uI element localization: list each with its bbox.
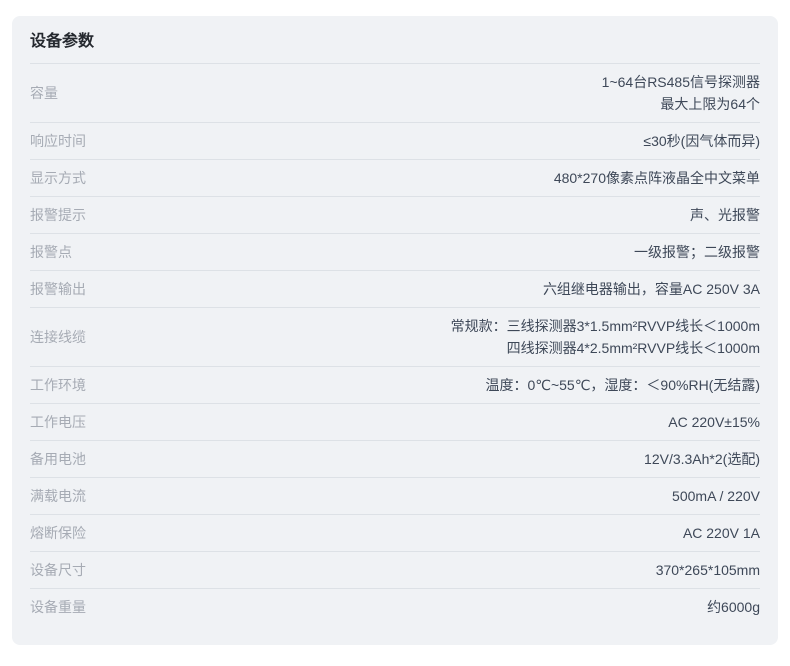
spec-value-line: 约6000g xyxy=(86,596,760,618)
spec-value-line: 常规款：三线探测器3*1.5mm²RVVP线长＜1000m xyxy=(86,315,760,337)
spec-value: 500mA / 220V xyxy=(86,485,760,507)
spec-value-line: 一级报警；二级报警 xyxy=(72,241,760,263)
spec-value-line: 500mA / 220V xyxy=(86,485,760,507)
spec-label: 设备尺寸 xyxy=(30,559,86,581)
spec-label: 报警提示 xyxy=(30,204,86,226)
spec-value-line: 声、光报警 xyxy=(86,204,760,226)
spec-row-capacity: 容量 1~64台RS485信号探测器 最大上限为64个 xyxy=(30,64,760,123)
spec-value-line: 12V/3.3Ah*2(选配) xyxy=(86,448,760,470)
spec-value-line: AC 220V 1A xyxy=(86,522,760,544)
spec-row-alarm-prompt: 报警提示 声、光报警 xyxy=(30,197,760,234)
spec-value-line: 480*270像素点阵液晶全中文菜单 xyxy=(86,167,760,189)
spec-value-line: AC 220V±15% xyxy=(86,411,760,433)
spec-value-line: 四线探测器4*2.5mm²RVVP线长＜1000m xyxy=(86,337,760,359)
spec-value: 370*265*105mm xyxy=(86,559,760,581)
spec-label: 报警点 xyxy=(30,241,72,263)
spec-value: ≤30秒(因气体而异) xyxy=(86,130,760,152)
spec-row-full-load-current: 满载电流 500mA / 220V xyxy=(30,478,760,515)
section-title: 设备参数 xyxy=(30,26,760,64)
spec-row-backup-battery: 备用电池 12V/3.3Ah*2(选配) xyxy=(30,441,760,478)
spec-value: 声、光报警 xyxy=(86,204,760,226)
spec-label: 响应时间 xyxy=(30,130,86,152)
spec-value-line: 六组继电器输出，容量AC 250V 3A xyxy=(86,278,760,300)
spec-value: 约6000g xyxy=(86,596,760,618)
spec-value: 1~64台RS485信号探测器 最大上限为64个 xyxy=(58,71,760,115)
spec-label: 设备重量 xyxy=(30,596,86,618)
spec-label: 显示方式 xyxy=(30,167,86,189)
spec-row-cables: 连接线缆 常规款：三线探测器3*1.5mm²RVVP线长＜1000m 四线探测器… xyxy=(30,308,760,367)
spec-row-device-size: 设备尺寸 370*265*105mm xyxy=(30,552,760,589)
device-parameters-card: 设备参数 容量 1~64台RS485信号探测器 最大上限为64个 响应时间 ≤3… xyxy=(12,16,778,645)
spec-row-response-time: 响应时间 ≤30秒(因气体而异) xyxy=(30,123,760,160)
spec-row-working-environment: 工作环境 温度：0℃~55℃，湿度：＜90%RH(无结露) xyxy=(30,367,760,404)
spec-value: 12V/3.3Ah*2(选配) xyxy=(86,448,760,470)
spec-value-line: 1~64台RS485信号探测器 xyxy=(58,71,760,93)
spec-row-alarm-output: 报警输出 六组继电器输出，容量AC 250V 3A xyxy=(30,271,760,308)
spec-row-device-weight: 设备重量 约6000g xyxy=(30,589,760,625)
spec-value-line: ≤30秒(因气体而异) xyxy=(86,130,760,152)
spec-label: 工作环境 xyxy=(30,374,86,396)
spec-value: AC 220V±15% xyxy=(86,411,760,433)
spec-value: 温度：0℃~55℃，湿度：＜90%RH(无结露) xyxy=(86,374,760,396)
spec-label: 容量 xyxy=(30,82,58,104)
spec-value: AC 220V 1A xyxy=(86,522,760,544)
spec-label: 满载电流 xyxy=(30,485,86,507)
spec-label: 熔断保险 xyxy=(30,522,86,544)
spec-label: 报警输出 xyxy=(30,278,86,300)
spec-row-working-voltage: 工作电压 AC 220V±15% xyxy=(30,404,760,441)
spec-value-line: 370*265*105mm xyxy=(86,559,760,581)
spec-value-line: 最大上限为64个 xyxy=(58,93,760,115)
spec-value: 常规款：三线探测器3*1.5mm²RVVP线长＜1000m 四线探测器4*2.5… xyxy=(86,315,760,359)
spec-label: 连接线缆 xyxy=(30,326,86,348)
spec-label: 工作电压 xyxy=(30,411,86,433)
spec-row-alarm-points: 报警点 一级报警；二级报警 xyxy=(30,234,760,271)
spec-label: 备用电池 xyxy=(30,448,86,470)
spec-row-display-mode: 显示方式 480*270像素点阵液晶全中文菜单 xyxy=(30,160,760,197)
spec-value-line: 温度：0℃~55℃，湿度：＜90%RH(无结露) xyxy=(86,374,760,396)
spec-row-fuse: 熔断保险 AC 220V 1A xyxy=(30,515,760,552)
spec-value: 480*270像素点阵液晶全中文菜单 xyxy=(86,167,760,189)
spec-value: 一级报警；二级报警 xyxy=(72,241,760,263)
spec-value: 六组继电器输出，容量AC 250V 3A xyxy=(86,278,760,300)
